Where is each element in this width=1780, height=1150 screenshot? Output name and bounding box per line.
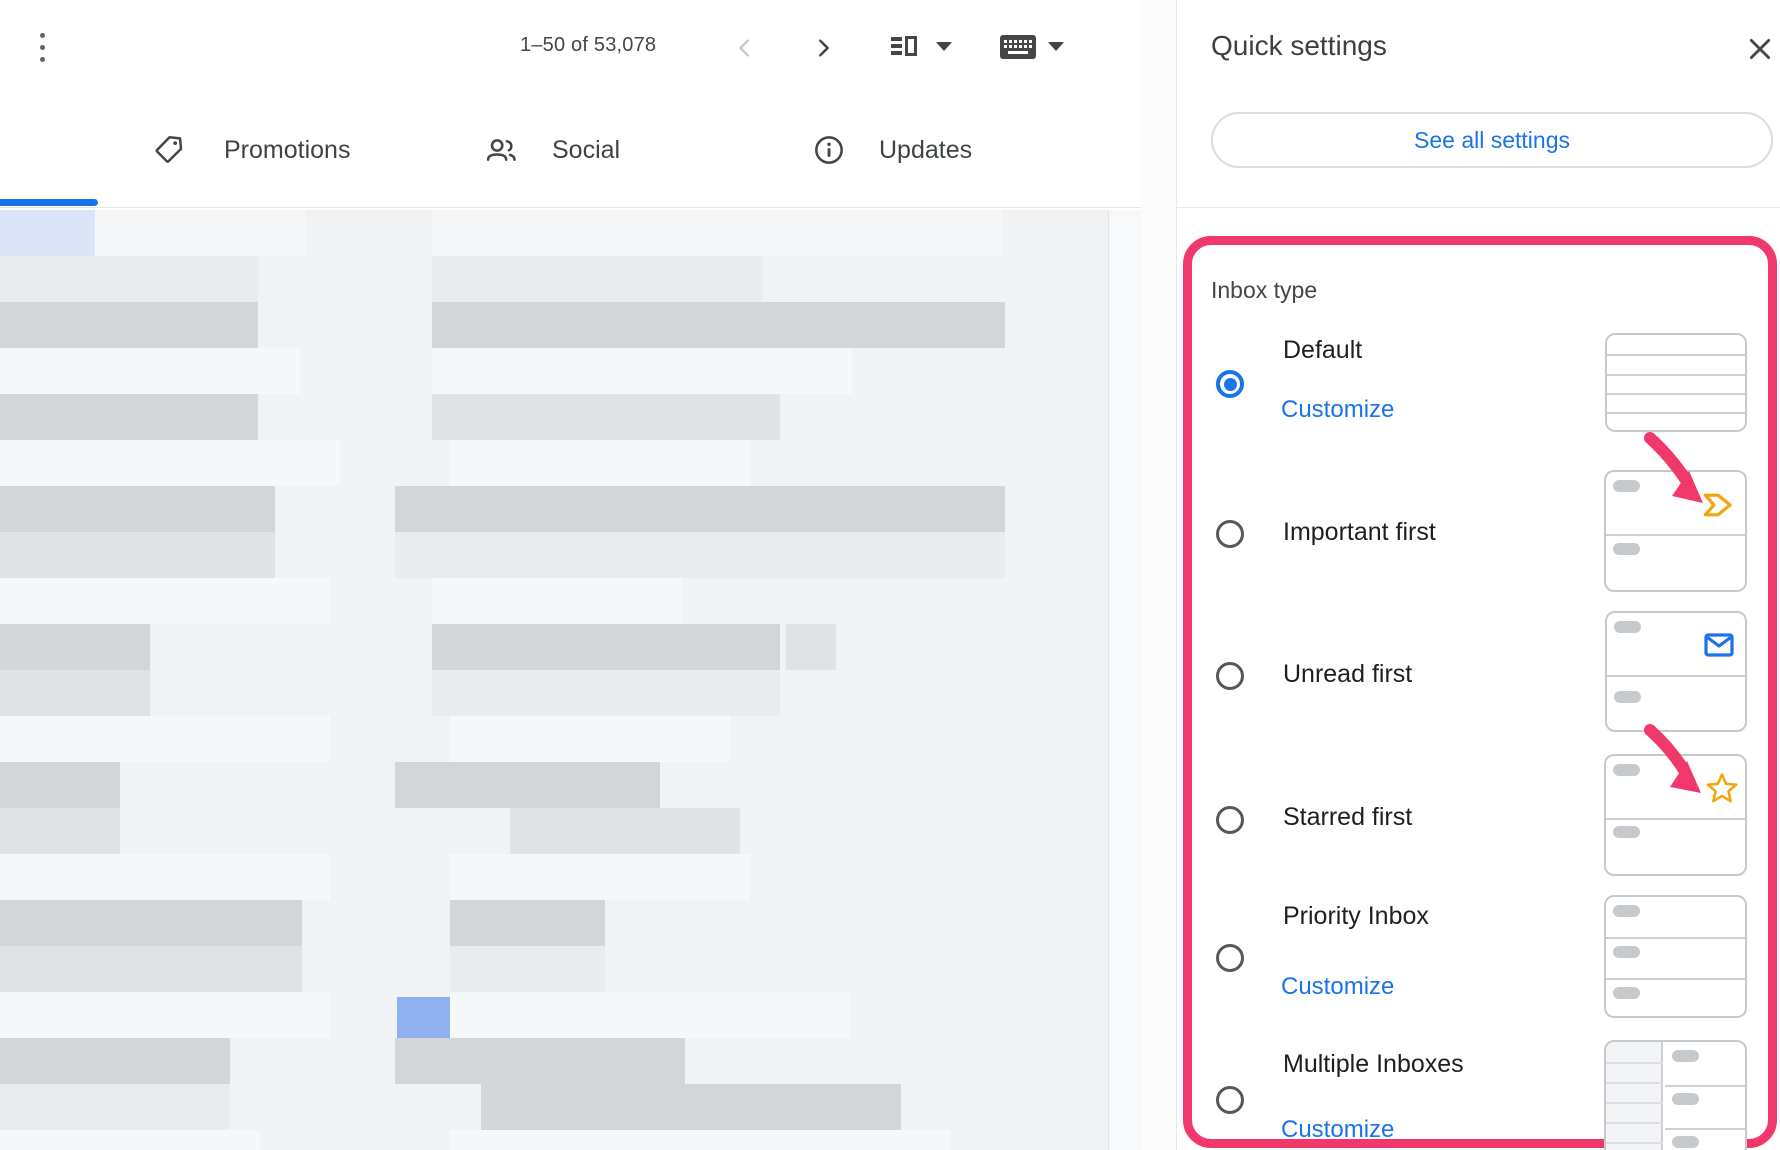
redacted-block — [0, 348, 300, 394]
tag-icon — [153, 133, 185, 165]
redacted-block — [395, 486, 1005, 532]
option-default-label: Default — [1283, 336, 1362, 365]
close-icon[interactable] — [1744, 33, 1776, 65]
redacted-block — [0, 624, 150, 670]
redacted-block — [95, 210, 305, 256]
redacted-block — [450, 946, 605, 992]
redacted-block — [0, 992, 330, 1038]
redacted-block — [0, 670, 150, 716]
active-tab-indicator — [0, 199, 98, 206]
radio-important-first[interactable] — [1216, 520, 1244, 548]
redacted-block — [481, 1084, 901, 1130]
keyboard-icon[interactable] — [998, 31, 1038, 63]
redacted-block — [510, 808, 740, 854]
star-icon — [1704, 770, 1740, 806]
email-list-redacted[interactable] — [0, 210, 1108, 1150]
redacted-block — [432, 394, 780, 440]
option-priority-label: Priority Inbox — [1283, 902, 1429, 931]
redacted-block — [0, 762, 120, 808]
option-priority-customize-link[interactable]: Customize — [1281, 973, 1394, 1001]
redacted-block — [432, 302, 1005, 348]
option-multiple-customize-link[interactable]: Customize — [1281, 1116, 1394, 1144]
redacted-block — [450, 1130, 950, 1150]
option-starred-label: Starred first — [1283, 803, 1412, 832]
option-important-label: Important first — [1283, 518, 1436, 547]
split-pane-icon[interactable] — [888, 31, 920, 63]
redacted-block — [432, 256, 762, 302]
importance-marker-icon — [1703, 492, 1733, 518]
gmail-screen: 1–50 of 53,078 Promotions — [0, 0, 1780, 1150]
redacted-block — [395, 1038, 685, 1084]
thumb-unread-first — [1605, 611, 1747, 732]
tab-social[interactable] — [482, 133, 520, 167]
redacted-block — [0, 900, 302, 946]
redacted-block — [0, 302, 258, 348]
more-vert-icon[interactable] — [32, 24, 52, 70]
tab-promotions-label[interactable]: Promotions — [224, 136, 350, 165]
redacted-block — [450, 854, 750, 900]
chevron-right-icon[interactable] — [808, 33, 838, 63]
redacted-block — [0, 1084, 230, 1130]
redacted-block — [0, 532, 275, 578]
tabs-divider — [0, 207, 1141, 208]
redacted-block — [0, 946, 302, 992]
redacted-block — [450, 716, 730, 762]
thumb-important-first — [1604, 470, 1747, 592]
people-icon — [483, 134, 519, 166]
redacted-block — [0, 1038, 230, 1084]
radio-multiple-inboxes[interactable] — [1216, 1086, 1244, 1114]
redacted-block — [0, 440, 340, 486]
tab-updates[interactable] — [812, 133, 846, 167]
panel-header-divider — [1176, 207, 1780, 208]
see-all-settings-label: See all settings — [1414, 127, 1570, 154]
redacted-block — [432, 670, 780, 716]
radio-default[interactable] — [1216, 370, 1244, 398]
redacted-block — [395, 762, 660, 808]
scrollbar-track[interactable] — [1109, 210, 1141, 1150]
pagination-range: 1–50 of 53,078 — [520, 34, 656, 57]
radio-priority-inbox[interactable] — [1216, 944, 1244, 972]
option-default-customize-link[interactable]: Customize — [1281, 396, 1394, 424]
redacted-block — [0, 394, 258, 440]
redacted-block — [450, 992, 850, 1038]
redacted-block — [395, 532, 1005, 578]
chevron-left-icon[interactable] — [730, 33, 760, 63]
redacted-block — [432, 624, 780, 670]
inbox-type-label: Inbox type — [1211, 277, 1317, 304]
redacted-block — [432, 348, 852, 394]
redacted-block — [0, 854, 330, 900]
redacted-block — [0, 808, 120, 854]
redacted-block — [432, 578, 682, 624]
info-icon — [813, 134, 845, 166]
redacted-block — [0, 210, 95, 256]
radio-unread-first[interactable] — [1216, 662, 1244, 690]
panel-gap — [1141, 0, 1176, 1150]
redacted-block — [0, 578, 330, 624]
option-multiple-label: Multiple Inboxes — [1283, 1050, 1464, 1079]
thumb-multiple-inboxes — [1604, 1040, 1747, 1150]
panel-title: Quick settings — [1211, 30, 1387, 62]
redacted-block — [450, 440, 750, 486]
redacted-block — [0, 716, 330, 762]
redacted-block — [0, 256, 258, 302]
thumb-starred-first — [1604, 754, 1747, 876]
radio-starred-first[interactable] — [1216, 806, 1244, 834]
see-all-settings-button[interactable]: See all settings — [1211, 112, 1773, 168]
redacted-block — [0, 486, 275, 532]
tab-promotions[interactable] — [152, 132, 186, 166]
unread-envelope-icon — [1703, 631, 1735, 659]
redacted-block — [432, 210, 1002, 256]
redacted-block — [450, 900, 605, 946]
tab-social-label[interactable]: Social — [552, 136, 620, 165]
redacted-block — [786, 624, 836, 670]
thumb-priority-inbox — [1604, 895, 1747, 1018]
thumb-default — [1605, 333, 1747, 432]
tab-updates-label[interactable]: Updates — [879, 136, 972, 165]
dropdown-caret-icon[interactable] — [1048, 42, 1064, 51]
redacted-block — [0, 1130, 260, 1150]
panel-left-divider — [1176, 0, 1177, 1150]
dropdown-caret-icon[interactable] — [936, 42, 952, 51]
option-unread-label: Unread first — [1283, 660, 1412, 689]
